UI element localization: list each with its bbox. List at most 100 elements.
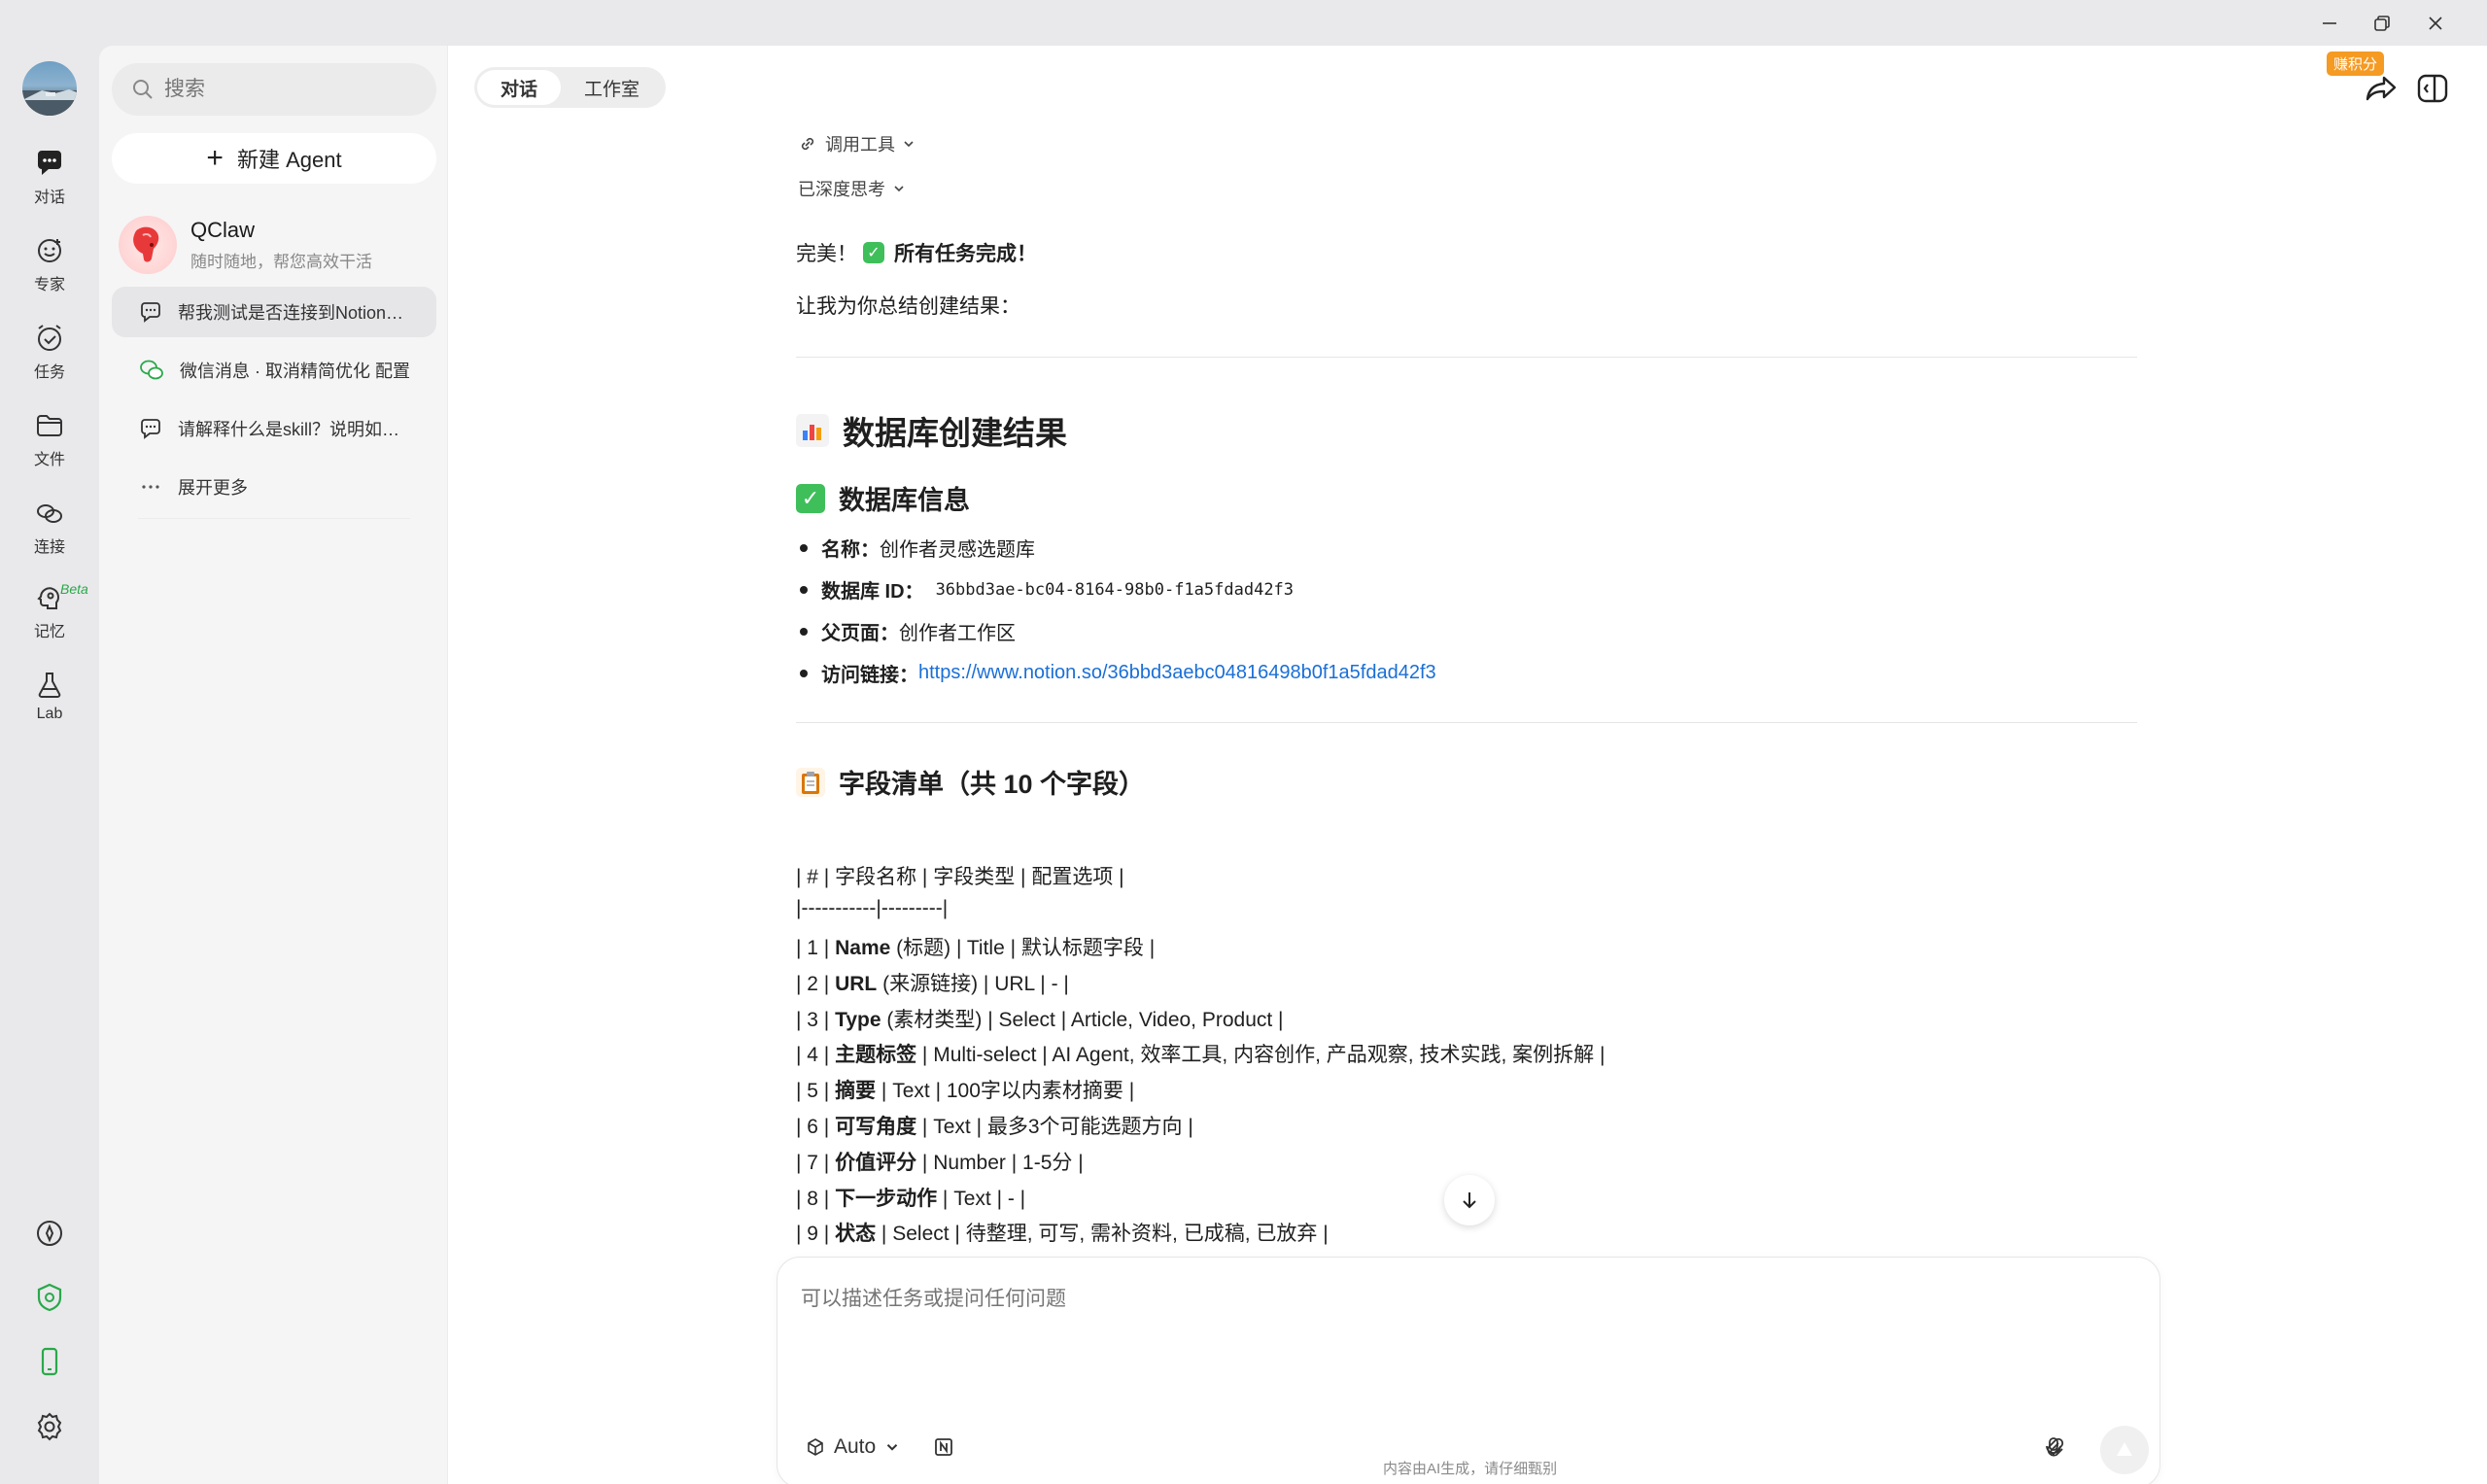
rail-label: 专家 xyxy=(33,277,65,293)
field-row: | 2 | URL (来源链接) | URL | - | xyxy=(796,968,1069,997)
rail-item-explore[interactable] xyxy=(0,1217,99,1250)
field-row: | 3 | Type (素材类型) | Select | Article, Vi… xyxy=(796,1004,1284,1033)
avatar-image xyxy=(22,89,77,116)
fields-heading-text: 字段清单（共 10 个字段） xyxy=(839,770,1146,799)
flask-icon xyxy=(38,673,61,698)
check-mark-icon: ✓ xyxy=(863,242,884,263)
restore-button[interactable] xyxy=(2358,8,2406,39)
send-button[interactable] xyxy=(2100,1426,2149,1474)
row-prefix: | 9 | xyxy=(796,1223,836,1246)
link-icon xyxy=(801,137,814,151)
search-icon xyxy=(133,80,153,99)
row-field-name: 主题标签 xyxy=(835,1044,917,1067)
expand-more-label: 展开更多 xyxy=(178,478,248,498)
user-avatar[interactable] xyxy=(22,61,77,116)
new-agent-button[interactable]: + 新建 Agent xyxy=(112,133,436,184)
rail-label: 文件 xyxy=(33,452,65,468)
minimize-button[interactable] xyxy=(2305,8,2354,39)
row-prefix: | 4 | xyxy=(796,1044,836,1067)
rail-label: 记忆 xyxy=(33,624,65,640)
info-value: 36bbd3ae-bc04-8164-98b0-f1a5fdad42f3 xyxy=(935,579,1295,600)
close-icon xyxy=(2429,17,2442,30)
info-value: 创作者工作区 xyxy=(899,623,1016,644)
mic-icon-holder[interactable] xyxy=(2042,1435,2065,1464)
chevron-down-icon xyxy=(904,141,914,148)
field-row: | 6 | 可写角度 | Text | 最多3个可能选题方向 | xyxy=(796,1111,1193,1140)
chat-item-skill[interactable]: 请解释什么是skill？说明如何使用 xyxy=(112,403,436,454)
row-suffix: | Select | 待整理, 可写, 需补资料, 已成稿, 已放弃 | xyxy=(876,1223,1329,1246)
info-heading: ✓ 数据库信息 xyxy=(796,479,970,517)
agent-name: QClaw xyxy=(190,218,256,242)
completion-lead: 完美！ xyxy=(796,243,857,265)
minimize-icon xyxy=(2323,22,2336,24)
clipboard-icon xyxy=(796,767,825,797)
rail-item-credits[interactable] xyxy=(0,1281,99,1314)
phone-icon xyxy=(41,1347,58,1376)
share-button[interactable] xyxy=(2363,69,2401,108)
info-label: 名称： xyxy=(821,539,880,561)
sidebar-divider xyxy=(138,518,410,519)
chat-item-wechat[interactable]: 微信消息 · 取消精简优化 配置 xyxy=(112,345,436,396)
tab-studio[interactable]: 工作室 xyxy=(561,70,663,105)
rail-item-lab[interactable]: Lab xyxy=(0,669,99,723)
summary-line: 让我为你总结创建结果： xyxy=(796,295,1020,318)
completion-bold: 所有任务完成！ xyxy=(894,243,1037,265)
restore-icon xyxy=(2374,16,2390,31)
tools-toggle[interactable]: 调用工具 xyxy=(798,131,916,156)
bar-chart-icon xyxy=(796,414,829,447)
table-separator-line: |-----------|---------| xyxy=(796,897,949,919)
row-prefix: | 8 | xyxy=(796,1187,836,1210)
more-dots-icon xyxy=(142,485,159,489)
rail-item-experts[interactable]: 专家 xyxy=(0,234,99,294)
rail-label: 对话 xyxy=(33,190,65,206)
send-arrow-icon xyxy=(2117,1442,2132,1456)
rail-item-tasks[interactable]: 任务 xyxy=(0,322,99,382)
model-selector[interactable]: Auto xyxy=(805,1435,901,1459)
row-prefix: | 1 | xyxy=(796,937,836,959)
rail-item-files[interactable]: 文件 xyxy=(0,409,99,469)
agent-qclaw[interactable]: QClaw 随时随地，帮您高效干活 xyxy=(119,209,439,281)
row-prefix: | 2 | xyxy=(796,972,836,995)
toggle-panel-button[interactable] xyxy=(2413,69,2452,108)
scroll-to-bottom-button[interactable] xyxy=(1444,1175,1495,1225)
qclaw-logo-icon xyxy=(119,216,177,274)
notion-link[interactable]: https://www.notion.so/36bbd3aebc04816498… xyxy=(918,662,1436,684)
thinking-toggle[interactable]: 已深度思考 xyxy=(798,176,907,201)
cube-icon xyxy=(808,1438,823,1456)
title-bar xyxy=(0,0,2487,46)
notion-icon xyxy=(935,1438,952,1456)
rail-item-chat[interactable]: 对话 xyxy=(0,147,99,207)
wechat-icon xyxy=(140,360,163,380)
notion-toggle-button[interactable] xyxy=(933,1436,954,1463)
plus-icon: + xyxy=(206,142,224,174)
rail-item-connect[interactable]: 连接 xyxy=(0,497,99,557)
row-prefix: | 5 | xyxy=(796,1080,836,1103)
row-field-name: URL xyxy=(835,972,878,995)
row-field-name: 下一步动作 xyxy=(835,1187,938,1210)
agent-subtitle: 随时随地，帮您高效干活 xyxy=(190,253,372,271)
row-field-name: 摘要 xyxy=(835,1080,877,1103)
rail-label: 连接 xyxy=(33,539,65,556)
row-field-name: 状态 xyxy=(835,1223,877,1246)
expand-more-button[interactable]: 展开更多 xyxy=(112,462,436,512)
rail-item-settings[interactable] xyxy=(0,1410,99,1443)
row-field-name: Name xyxy=(835,937,891,959)
info-heading-text: 数据库信息 xyxy=(839,486,970,515)
close-button[interactable] xyxy=(2411,8,2460,39)
field-row: | 1 | Name (标题) | Title | 默认标题字段 | xyxy=(796,932,1155,961)
search-box[interactable] xyxy=(112,63,436,116)
mode-tabs: 对话 工作室 xyxy=(474,67,667,108)
row-suffix: | Multi-select | AI Agent, 效率工具, 内容创作, 产… xyxy=(916,1044,1606,1067)
search-input[interactable] xyxy=(164,78,397,101)
message-input[interactable] xyxy=(801,1283,2064,1341)
chat-title: 帮我测试是否连接到Notion中去 xyxy=(178,303,411,323)
rail-item-mobile[interactable] xyxy=(0,1345,99,1378)
divider xyxy=(796,357,2137,358)
main-panel: 对话 工作室 赚积分 调用工具 已深度思考 完美！ ✓ 所有任务完成！ 让我为你… xyxy=(448,46,2487,1484)
rail-item-memory[interactable]: Beta 记忆 xyxy=(0,581,99,641)
tab-chat[interactable]: 对话 xyxy=(477,70,562,105)
completion-line: 完美！ ✓ 所有任务完成！ xyxy=(796,238,1037,267)
row-suffix: | Number | 1-5分 | xyxy=(916,1151,1084,1174)
chat-item-notion-test[interactable]: 帮我测试是否连接到Notion中去 xyxy=(112,287,436,337)
bullet-dot xyxy=(800,543,808,552)
